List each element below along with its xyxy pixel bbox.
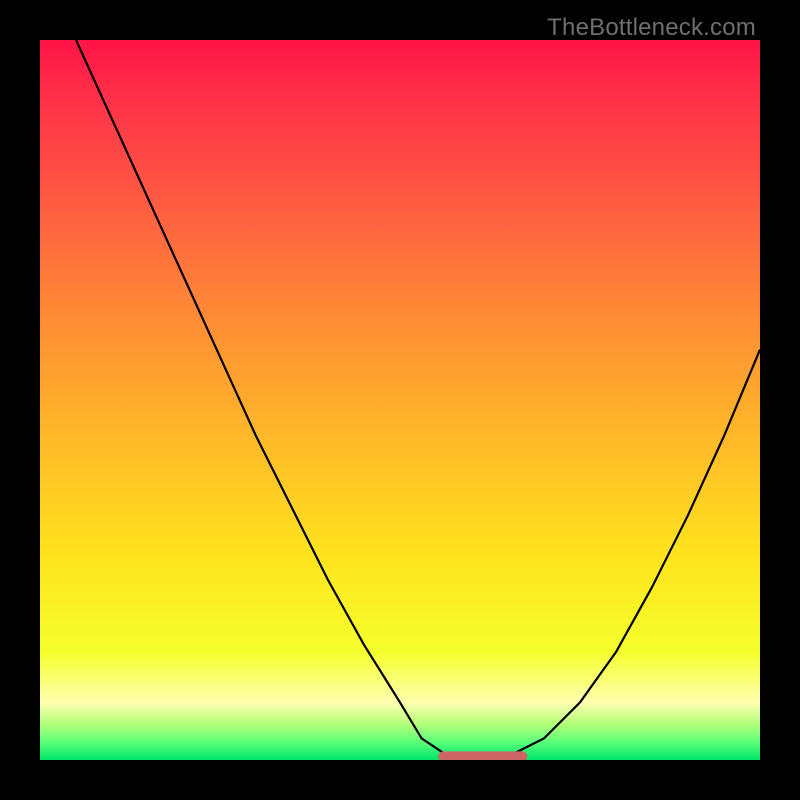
plot-area: [40, 40, 760, 760]
bottleneck-curve: [40, 40, 760, 760]
curve-path: [76, 40, 760, 760]
chart-frame: TheBottleneck.com: [0, 0, 800, 800]
attribution-label: TheBottleneck.com: [547, 14, 756, 42]
